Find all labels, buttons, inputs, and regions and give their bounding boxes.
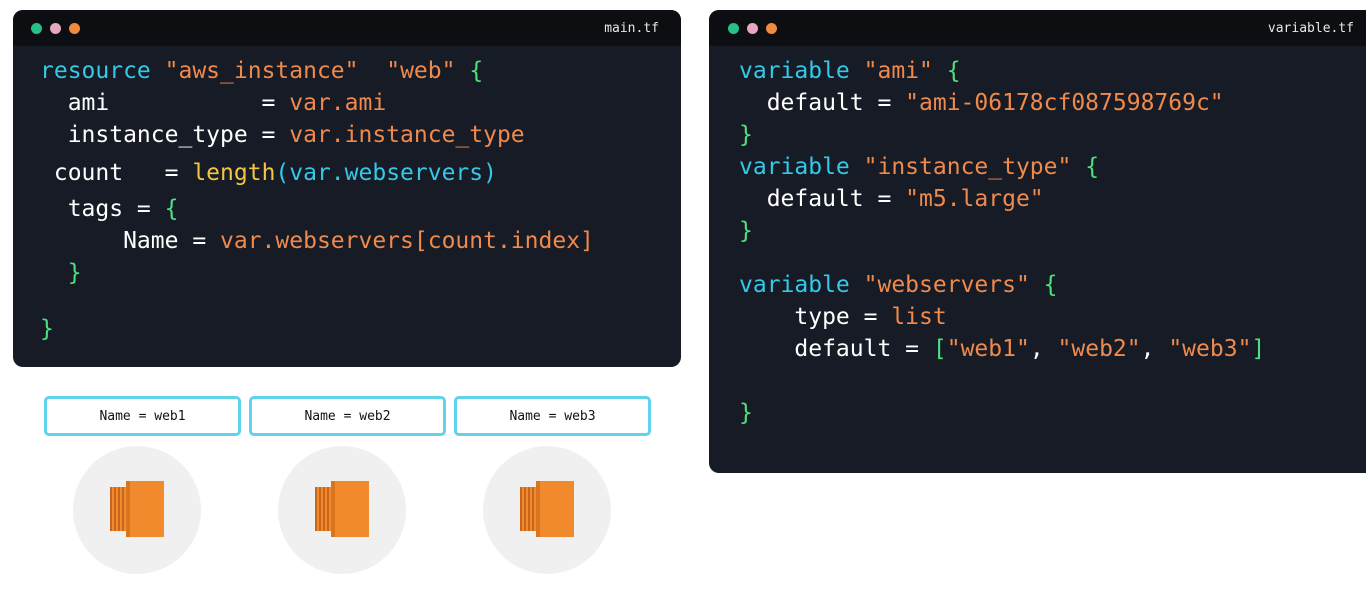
instance-name-box: Name = web2	[249, 396, 446, 436]
variable-tf-filename: variable.tf	[1267, 21, 1354, 36]
instance-name-box: Name = web3	[454, 396, 651, 436]
code-token: (var.webservers)	[275, 160, 497, 186]
code-token: variable	[739, 154, 850, 180]
code-token: {	[946, 58, 961, 84]
variable-tf-window: variable.tf variable "ami" { default = "…	[709, 10, 1366, 473]
code-token: "web2"	[1057, 336, 1141, 362]
ec2-instance-icon	[110, 481, 164, 537]
code-token: instance_type =	[40, 122, 290, 148]
code-token: [	[932, 336, 947, 362]
code-token: var.webservers[count.index]	[220, 228, 594, 254]
code-token: count =	[40, 160, 193, 186]
code-line: count = length(var.webservers)	[40, 157, 594, 189]
code-token: "m5.large"	[905, 186, 1044, 212]
code-spacer	[40, 289, 594, 313]
code-line: }	[739, 119, 1265, 151]
code-token: "webservers"	[863, 272, 1030, 298]
code-token: length	[192, 160, 276, 186]
code-token: default =	[739, 186, 906, 212]
code-token: }	[40, 316, 54, 342]
ec2-instance-web1	[73, 446, 201, 574]
code-token: var.ami	[289, 90, 387, 116]
ec2-instance-web3	[483, 446, 611, 574]
code-token: "ami"	[863, 58, 933, 84]
main-tf-titlebar: main.tf	[13, 10, 681, 46]
code-line: }	[739, 397, 1265, 429]
code-spacer	[739, 247, 1265, 269]
code-line: instance_type = var.instance_type	[40, 119, 594, 151]
variable-tf-code: variable "ami" { default = "ami-06178cf0…	[739, 55, 1265, 429]
code-line: }	[40, 313, 594, 345]
code-line: ami = var.ami	[40, 87, 594, 119]
code-token: "aws_instance"	[164, 58, 359, 84]
window-dot-orange	[766, 23, 777, 34]
code-token: default =	[739, 336, 933, 362]
code-line: default = "m5.large"	[739, 183, 1265, 215]
window-dot-pink	[50, 23, 61, 34]
code-line: type = list	[739, 301, 1265, 333]
code-token: {	[1085, 154, 1100, 180]
code-token: ]	[1251, 336, 1266, 362]
code-token: Name =	[40, 228, 221, 254]
code-token: }	[739, 122, 753, 148]
code-token: var.instance_type	[289, 122, 525, 148]
code-token: {	[469, 58, 484, 84]
code-line: variable "webservers" {	[739, 269, 1265, 301]
ec2-instance-icon	[520, 481, 574, 537]
code-token: ,	[1029, 336, 1058, 362]
code-token: type =	[739, 304, 892, 330]
code-line: variable "instance_type" {	[739, 151, 1265, 183]
code-token: ami =	[40, 90, 290, 116]
code-line: default = ["web1", "web2", "web3"]	[739, 333, 1265, 365]
instance-name-box: Name = web1	[44, 396, 241, 436]
ec2-instance-icon	[315, 481, 369, 537]
code-token: {	[1043, 272, 1058, 298]
code-line: Name = var.webservers[count.index]	[40, 225, 594, 257]
window-dot-green	[31, 23, 42, 34]
code-token: }	[739, 400, 753, 426]
code-token: "ami-06178cf087598769c"	[905, 90, 1224, 116]
code-token: "web1"	[946, 336, 1030, 362]
code-token: variable	[739, 58, 850, 84]
code-line: tags = {	[40, 193, 594, 225]
code-token: list	[891, 304, 947, 330]
code-token: default =	[739, 90, 906, 116]
code-token: }	[67, 260, 82, 286]
code-line: default = "ami-06178cf087598769c"	[739, 87, 1265, 119]
window-dot-pink	[747, 23, 758, 34]
main-tf-code: resource "aws_instance" "web" { ami = va…	[40, 55, 594, 345]
code-line: resource "aws_instance" "web" {	[40, 55, 594, 87]
variable-tf-titlebar: variable.tf	[709, 10, 1366, 46]
ec2-instance-web2	[278, 446, 406, 574]
code-token: "web3"	[1168, 336, 1252, 362]
code-token: "instance_type"	[863, 154, 1072, 180]
code-line: variable "ami" {	[739, 55, 1265, 87]
code-token: tags =	[40, 196, 165, 222]
diagram-canvas: main.tf resource "aws_instance" "web" { …	[0, 0, 1366, 606]
main-tf-filename: main.tf	[604, 21, 659, 36]
code-token: {	[164, 196, 179, 222]
code-token: "web"	[386, 58, 456, 84]
code-token: ,	[1140, 336, 1169, 362]
window-dot-green	[728, 23, 739, 34]
main-tf-window: main.tf resource "aws_instance" "web" { …	[13, 10, 681, 367]
code-token: variable	[739, 272, 850, 298]
window-dot-orange	[69, 23, 80, 34]
code-token: resource	[40, 58, 151, 84]
code-token: }	[739, 218, 753, 244]
code-line: }	[40, 257, 594, 289]
code-line: }	[739, 215, 1265, 247]
